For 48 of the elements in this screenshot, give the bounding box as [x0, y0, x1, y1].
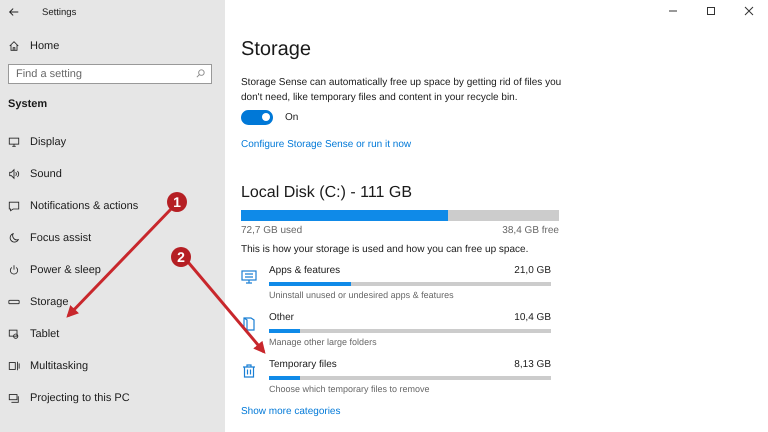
description: Storage Sense can automatically free up space by getting rid of files you don't need, like temporary files and content in your recycle bin.	[241, 76, 562, 105]
disk-title: Local Disk (C:) - 111 GB	[241, 184, 414, 202]
trash-icon	[241, 363, 257, 379]
multitask-icon	[8, 360, 20, 372]
back-icon[interactable]	[8, 6, 20, 18]
category-size: 8,13 GB	[514, 359, 551, 370]
category-hint: Uninstall unused or undesired apps & features	[269, 290, 455, 300]
sidebar-item[interactable]: Storage	[30, 296, 69, 308]
section-heading: System	[8, 98, 48, 110]
page-title: Storage	[241, 38, 312, 61]
projector-icon	[8, 392, 20, 404]
search-icon	[195, 68, 206, 79]
window-title: Settings	[42, 6, 76, 18]
used-text: 72,7 GB used	[241, 225, 302, 236]
category-size: 10,4 GB	[514, 312, 551, 323]
monitor-icon	[8, 136, 20, 148]
sidebar-item[interactable]: Display	[30, 136, 66, 148]
chat-icon	[8, 200, 20, 212]
search-field[interactable]: Find a setting	[8, 64, 212, 84]
category-size: 21,0 GB	[514, 265, 551, 276]
home-icon	[8, 40, 20, 52]
sidebar-item[interactable]: Notifications & actions	[30, 200, 138, 212]
category-name[interactable]: Temporary files	[269, 359, 337, 370]
sidebar-item[interactable]: Multitasking	[30, 360, 88, 372]
category-name[interactable]: Apps & features	[269, 265, 340, 276]
configure-link[interactable]: Configure Storage Sense or run it now	[241, 139, 768, 150]
toggle-label: On	[285, 112, 298, 123]
tablet-icon	[8, 328, 20, 340]
home-link[interactable]: Home	[30, 40, 60, 52]
monitor-icon	[241, 269, 257, 285]
power-icon	[8, 264, 20, 276]
sidebar-item[interactable]: Focus assist	[30, 232, 92, 244]
category-hint: Choose which temporary files to remove	[269, 384, 431, 394]
speaker-icon	[8, 168, 20, 180]
close-icon[interactable]	[744, 6, 754, 16]
sidebar-item[interactable]: Power & sleep	[30, 264, 101, 276]
free-text: 38,4 GB free	[502, 225, 559, 236]
sidebar-item[interactable]: Projecting to this PC	[30, 392, 130, 404]
sidebar-item[interactable]: Sound	[30, 168, 62, 180]
moon-icon	[8, 232, 20, 244]
folder-icon	[241, 316, 257, 332]
category-hint: Manage other large folders	[269, 337, 378, 347]
show-more-link[interactable]: Show more categories	[241, 406, 768, 417]
toggle-switch[interactable]	[241, 110, 273, 125]
category-name[interactable]: Other	[269, 312, 294, 323]
sidebar-item[interactable]: Tablet	[30, 328, 60, 340]
maximize-icon[interactable]	[706, 6, 716, 16]
intro-text: This is how your storage is used and how you can free up space.	[241, 244, 530, 255]
